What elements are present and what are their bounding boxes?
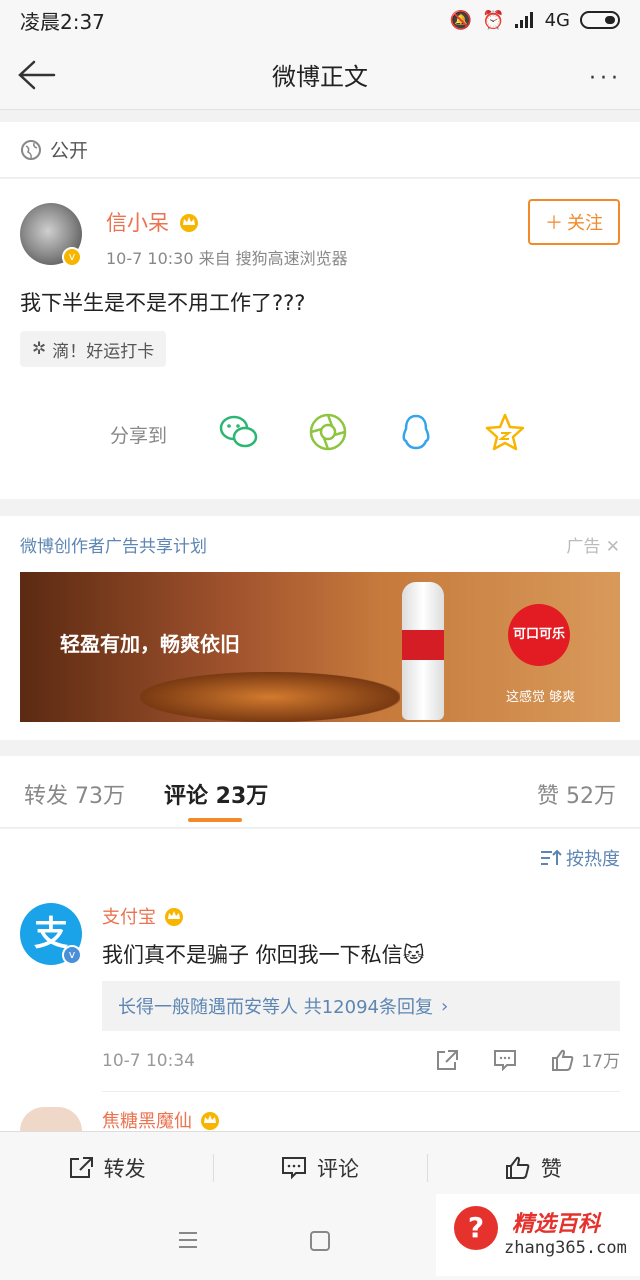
question-mark-icon: ? — [454, 1206, 498, 1250]
comment-actions: 17万 — [435, 1047, 620, 1072]
repost-label: 转发 — [103, 1156, 146, 1181]
verified-badge-icon: v — [62, 247, 82, 267]
nav-bar: 微博正文 ··· — [0, 40, 640, 110]
cat-emoji-icon: 🐱 — [402, 943, 425, 967]
wechat-icon[interactable] — [218, 411, 260, 453]
signal-icon — [514, 12, 533, 28]
active-tab-indicator — [188, 818, 242, 822]
post-meta: 10-7 10:30 来自 搜狗高速浏览器 — [106, 249, 348, 268]
home-icon[interactable] — [310, 1231, 330, 1251]
chevron-right-icon: › — [440, 995, 449, 1017]
ad-label[interactable]: 广告 ✕ — [566, 532, 620, 557]
tab-like[interactable]: 赞 52万 — [537, 778, 616, 810]
topic-tag-label: 滴！好运打卡 — [52, 341, 155, 362]
page-title: 微博正文 — [272, 63, 368, 91]
flower-icon: ✲ — [32, 339, 47, 359]
follow-label: 关注 — [567, 213, 603, 234]
status-bar: 凌晨2:37 🔕 ⏰ 4G — [0, 0, 640, 40]
topic-tag[interactable]: ✲ 滴！好运打卡 — [20, 331, 167, 367]
comment-label: 评论 — [316, 1156, 359, 1181]
watermark-url: zhang365.com — [504, 1238, 627, 1258]
ad-program-title[interactable]: 微博创作者广告共享计划 — [20, 532, 207, 557]
ad-tagline: 这感觉 够爽 — [506, 690, 576, 705]
commenter-name[interactable]: 焦糖黑魔仙 — [102, 1107, 192, 1133]
commenter-name-row[interactable]: 支付宝 — [102, 903, 186, 929]
close-icon[interactable]: ✕ — [606, 537, 620, 557]
sort-button[interactable]: 按热度 — [540, 845, 620, 871]
like-count: 17万 — [581, 1052, 620, 1072]
replies-preview[interactable]: 长得一般随遇而安等人 共12094条回复 › — [102, 981, 620, 1031]
battery-icon — [580, 11, 620, 29]
thumbs-up-icon — [505, 1156, 530, 1179]
share-label: 分享到 — [110, 425, 168, 447]
commenter-name[interactable]: 支付宝 — [102, 903, 156, 929]
food-image — [140, 672, 400, 722]
back-arrow-icon[interactable] — [16, 58, 56, 92]
like-button[interactable]: 赞 — [426, 1132, 640, 1203]
moments-icon[interactable] — [307, 411, 349, 453]
repost-button[interactable]: 转发 — [0, 1132, 213, 1203]
tab-comment[interactable]: 评论 23万 — [164, 778, 268, 810]
brand-logo: 可口可乐 — [508, 604, 570, 666]
like-label: 赞 — [540, 1156, 562, 1181]
comment-time: 10-7 10:34 — [102, 1051, 195, 1071]
repost-icon — [69, 1156, 93, 1178]
share-row: 分享到 — [0, 407, 640, 457]
ad-banner-image[interactable]: 轻盈有加，畅爽依旧 可口可乐 这感觉 够爽 — [20, 572, 620, 722]
like-control[interactable]: 17万 — [551, 1047, 620, 1072]
comment-icon — [281, 1156, 306, 1179]
crown-icon — [165, 908, 183, 926]
sort-icon — [541, 849, 562, 865]
post-text: 我下半生是不是不用工作了??? — [20, 291, 306, 315]
verified-badge-icon: v — [62, 945, 82, 965]
visibility-row: 公开 — [0, 122, 640, 178]
commenter-name-row[interactable]: 焦糖黑魔仙 — [102, 1107, 222, 1133]
more-options-icon[interactable]: ··· — [589, 66, 622, 91]
plus-icon: ＋ — [545, 213, 563, 234]
menu-icon[interactable] — [178, 1231, 198, 1249]
comment-icon[interactable] — [493, 1049, 517, 1071]
alarm-icon: ⏰ — [482, 9, 505, 31]
crown-icon — [180, 214, 198, 232]
comment-text: 我们真不是骗子 你回我一下私信🐱 — [102, 943, 425, 967]
comment-button[interactable]: 评论 — [213, 1132, 426, 1203]
post-card: v 信小呆 10-7 10:30 来自 搜狗高速浏览器 ＋ 关注 我下半生是不是… — [0, 179, 640, 499]
divider — [102, 1091, 620, 1092]
qq-icon[interactable] — [395, 411, 437, 453]
status-time: 凌晨2:37 — [20, 9, 105, 34]
follow-button[interactable]: ＋ 关注 — [528, 199, 620, 245]
crown-icon — [201, 1112, 219, 1130]
bottom-action-bar: 转发 评论 赞 — [0, 1131, 640, 1203]
mute-icon: 🔕 — [449, 9, 473, 31]
site-watermark: ? 精选百科 zhang365.com — [436, 1194, 640, 1276]
globe-icon — [21, 139, 41, 160]
visibility-label: 公开 — [50, 140, 89, 162]
author-name[interactable]: 信小呆 — [106, 207, 169, 237]
sort-label: 按热度 — [566, 849, 620, 870]
engagement-tabs: 转发 73万 评论 23万 赞 52万 — [0, 756, 640, 828]
thumbs-up-icon — [552, 1049, 574, 1071]
commenter-avatar[interactable] — [20, 1107, 82, 1131]
share-icon[interactable] — [435, 1049, 459, 1071]
tab-repost[interactable]: 转发 73万 — [24, 778, 125, 810]
bottle-image — [402, 582, 444, 720]
ad-slogan: 轻盈有加，畅爽依旧 — [60, 632, 240, 656]
replies-label: 长得一般随遇而安等人 共12094条回复 — [118, 997, 433, 1018]
network-label: 4G — [544, 9, 570, 31]
author-name-row[interactable]: 信小呆 — [106, 207, 201, 237]
ad-card: 微博创作者广告共享计划 广告 ✕ 轻盈有加，畅爽依旧 可口可乐 这感觉 够爽 — [0, 516, 640, 740]
comment-list: 按热度 支 v 支付宝 我们真不是骗子 你回我一下私信🐱 长得一般随遇而安等人 … — [0, 829, 640, 1133]
favorite-star-icon[interactable] — [484, 411, 526, 453]
status-icons: 🔕 ⏰ 4G — [450, 10, 620, 31]
watermark-title: 精选百科 — [512, 1212, 601, 1237]
